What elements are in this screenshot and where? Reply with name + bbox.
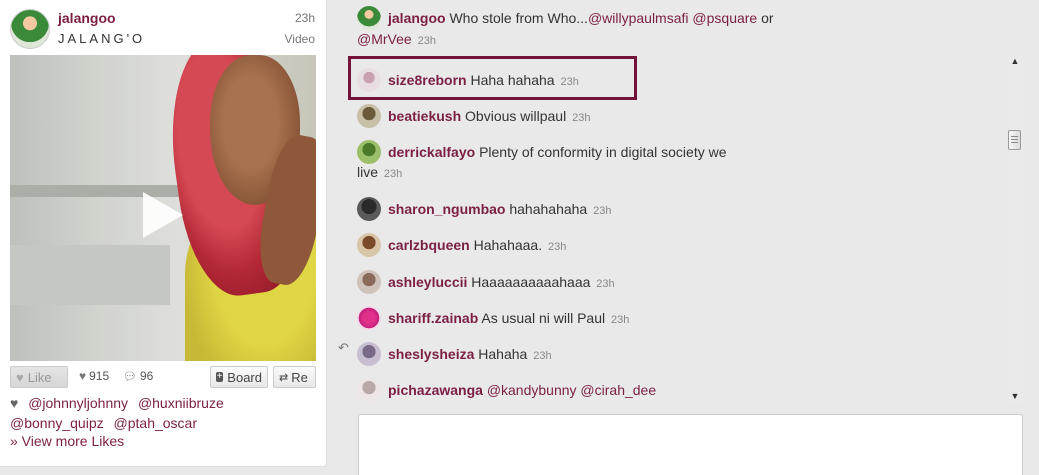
comment-list[interactable]: size8reborn Haha hahaha 23h beatiekush O… bbox=[347, 54, 1024, 404]
list-item: derrickalfayo Plenty of conformity in di… bbox=[357, 140, 777, 164]
comment-user[interactable]: carlzbqueen bbox=[388, 237, 470, 253]
highlight-box bbox=[348, 56, 637, 100]
heart-icon: ♥ bbox=[79, 369, 87, 383]
caption-comment-cont: @MrVee 23h bbox=[357, 29, 436, 51]
avatar[interactable] bbox=[357, 378, 381, 402]
author-subtitle: JALANG'O bbox=[58, 31, 146, 46]
comment-input[interactable] bbox=[358, 414, 1023, 475]
list-item: shariff.zainab As usual ni will Paul 23h bbox=[357, 306, 777, 330]
comment-count: 💬︎ 96 bbox=[123, 369, 154, 383]
avatar[interactable] bbox=[357, 6, 381, 30]
pin-header: jalangoo JALANG'O 23h Video bbox=[10, 6, 317, 50]
comment-text: As usual ni will Paul bbox=[481, 310, 606, 326]
comment-time: 23h bbox=[596, 278, 615, 290]
list-item: carlzbqueen Hahahaaa. 23h bbox=[357, 233, 777, 257]
comment-user[interactable]: beatiekush bbox=[388, 108, 461, 124]
list-item: sheslysheiza Hahaha 23h bbox=[357, 342, 777, 366]
heart-icon: ♥ bbox=[16, 369, 24, 385]
list-item: ashleyluccii Haaaaaaaaaahaaa 23h bbox=[357, 270, 777, 294]
avatar[interactable] bbox=[357, 140, 381, 164]
speech-bubble-icon: 💬︎ bbox=[123, 370, 137, 383]
avatar[interactable] bbox=[357, 306, 381, 330]
mention-link[interactable]: @kandybunny bbox=[487, 382, 577, 398]
comment-time: 23h bbox=[533, 350, 552, 362]
repin-button[interactable]: ⇄ Re bbox=[273, 366, 316, 388]
mention-link[interactable]: @MrVee bbox=[357, 31, 412, 47]
play-icon[interactable] bbox=[143, 192, 183, 238]
comment-user[interactable]: shariff.zainab bbox=[388, 310, 478, 326]
comment-text: Who stole from Who... bbox=[449, 10, 588, 26]
like-button[interactable]: ♥ Like bbox=[10, 366, 68, 388]
comments-panel: jalangoo Who stole from Who...@willypaul… bbox=[327, 0, 1039, 475]
comment-text: or bbox=[761, 10, 774, 26]
media-type-label: Video bbox=[284, 32, 315, 46]
comment-user[interactable]: pichazawanga bbox=[388, 382, 483, 398]
avatar[interactable] bbox=[357, 342, 381, 366]
comment-text: Obvious willpaul bbox=[465, 108, 567, 124]
video-thumbnail[interactable] bbox=[10, 55, 316, 361]
comment-time: 23h bbox=[548, 241, 567, 253]
avatar[interactable] bbox=[357, 197, 381, 221]
scrollbar[interactable]: ▲ ▼ bbox=[1006, 54, 1024, 403]
comment-time: 23h bbox=[383, 168, 403, 180]
avatar[interactable] bbox=[357, 270, 381, 294]
comment-time: 23h bbox=[572, 112, 591, 124]
avatar[interactable] bbox=[357, 233, 381, 257]
comment-user[interactable]: sheslysheiza bbox=[388, 346, 474, 362]
comment-time: 23h bbox=[593, 205, 612, 217]
pin-timestamp: 23h bbox=[294, 11, 315, 25]
author-avatar[interactable] bbox=[10, 9, 50, 49]
comment-time: 23h bbox=[417, 35, 436, 47]
comment-text: Haaaaaaaaaahaaa bbox=[471, 274, 591, 290]
comment-text: live bbox=[357, 164, 379, 180]
comment-user[interactable]: derrickalfayo bbox=[388, 144, 475, 160]
pin-card: jalangoo JALANG'O 23h Video ♥ Like ♥ 915… bbox=[0, 0, 327, 467]
list-item: beatiekush Obvious willpaul 23h bbox=[357, 104, 777, 128]
heart-icon: ♥ bbox=[10, 395, 19, 411]
likers-list: ♥ @johnnyljohnny @huxniibruze @bonny_qui… bbox=[10, 393, 320, 433]
list-item-cont: live 23h bbox=[357, 162, 402, 184]
like-count: ♥ 915 bbox=[79, 369, 110, 383]
liker-link[interactable]: @bonny_quipz bbox=[10, 415, 104, 431]
reply-arrow-icon[interactable]: ↶ bbox=[338, 340, 352, 355]
comment-text: Hahaha bbox=[478, 346, 528, 362]
comment-text: Hahahaaa. bbox=[473, 237, 543, 253]
liker-link[interactable]: @ptah_oscar bbox=[114, 415, 197, 431]
like-label: Like bbox=[27, 369, 52, 385]
board-button[interactable]: + Board bbox=[210, 366, 268, 388]
liker-link[interactable]: @johnnyljohnny bbox=[28, 395, 128, 411]
repin-arrows-icon: ⇄ bbox=[279, 371, 289, 384]
comment-user[interactable]: ashleyluccii bbox=[388, 274, 467, 290]
list-item: pichazawanga @kandybunny @cirah_dee bbox=[357, 378, 777, 402]
list-item: sharon_ngumbao hahahahaha 23h bbox=[357, 197, 777, 221]
pin-action-bar: ♥ Like ♥ 915 💬︎ 96 + Board ⇄ Re bbox=[10, 366, 317, 388]
comment-user[interactable]: sharon_ngumbao bbox=[388, 201, 505, 217]
author-name[interactable]: jalangoo bbox=[58, 10, 116, 26]
comment-text: Plenty of conformity in digital society … bbox=[479, 144, 727, 160]
scroll-up-icon[interactable]: ▲ bbox=[1006, 54, 1024, 68]
mention-link[interactable]: @cirah_dee bbox=[580, 382, 656, 398]
liker-link[interactable]: @huxniibruze bbox=[138, 395, 224, 411]
comment-text: hahahahaha bbox=[509, 201, 588, 217]
view-more-likes-link[interactable]: » View more Likes bbox=[10, 433, 124, 449]
mention-link[interactable]: @psquare bbox=[692, 10, 757, 26]
plus-square-icon: + bbox=[216, 371, 224, 382]
avatar[interactable] bbox=[357, 104, 381, 128]
scroll-thumb[interactable] bbox=[1008, 130, 1021, 150]
scroll-down-icon[interactable]: ▼ bbox=[1006, 389, 1024, 403]
comment-user[interactable]: jalangoo bbox=[388, 10, 446, 26]
mention-link[interactable]: @willypaulmsafi bbox=[588, 10, 689, 26]
comment-time: 23h bbox=[611, 314, 630, 326]
caption-comment: jalangoo Who stole from Who...@willypaul… bbox=[357, 6, 827, 30]
